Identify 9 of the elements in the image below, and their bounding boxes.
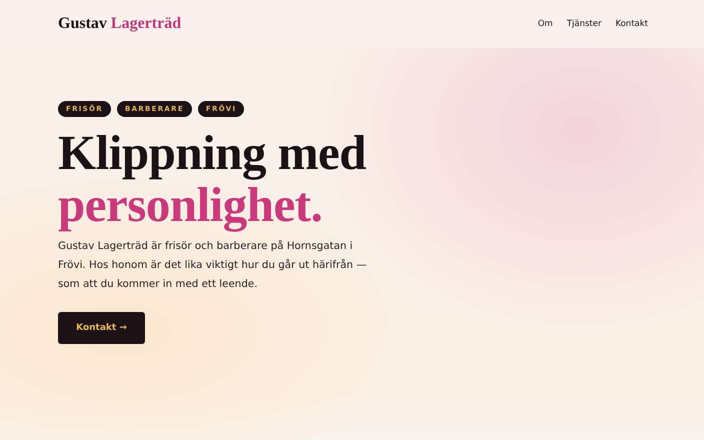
nav-link[interactable]: Om: [538, 19, 553, 29]
heading-accent: personlighet.: [58, 179, 322, 231]
contact-button[interactable]: Kontakt →: [58, 312, 145, 344]
heading: Klippning med: [58, 127, 366, 179]
nav-link[interactable]: Kontakt: [615, 19, 648, 29]
logo-last-name: Lagerträd: [110, 15, 182, 33]
intro-text: Gustav Lagerträd är frisör och barberare på Hornsgatan i Frövi. Hos honom är det lika viktigt hur du går ut härifrån — som att du kommer in med ett leende.: [58, 239, 368, 292]
nav-link[interactable]: Tjänster: [566, 19, 602, 29]
logo-first-name: Gustav: [58, 15, 107, 33]
